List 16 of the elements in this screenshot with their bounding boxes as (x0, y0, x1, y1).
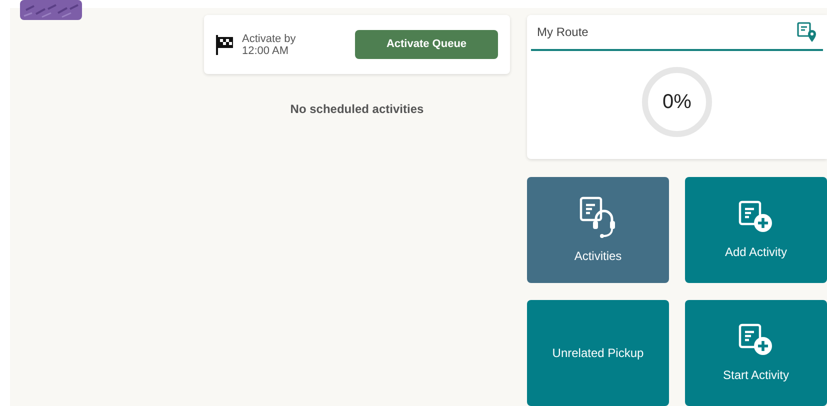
activate-by-label: Activate by (242, 32, 296, 44)
activity-tile[interactable]: Start Activity (685, 300, 827, 406)
empty-message: No scheduled activities (290, 101, 424, 118)
activate-queue-button[interactable]: Activate Queue (355, 30, 498, 59)
progress-value: 0% (662, 90, 692, 115)
checkered-flag-icon (216, 34, 234, 54)
headset-list-icon (578, 195, 618, 239)
activity-tile[interactable]: Activities (527, 177, 669, 283)
activate-time: 12:00 AM (242, 44, 290, 56)
list-add-icon (737, 322, 775, 358)
activity-tile[interactable]: Unrelated Pickup (527, 300, 669, 406)
list-location-pin-icon[interactable] (797, 22, 817, 42)
list-add-icon (737, 199, 775, 235)
progress-ring (642, 67, 712, 137)
route-title: My Route (537, 24, 588, 41)
activity-tile[interactable]: Add Activity (685, 177, 827, 283)
